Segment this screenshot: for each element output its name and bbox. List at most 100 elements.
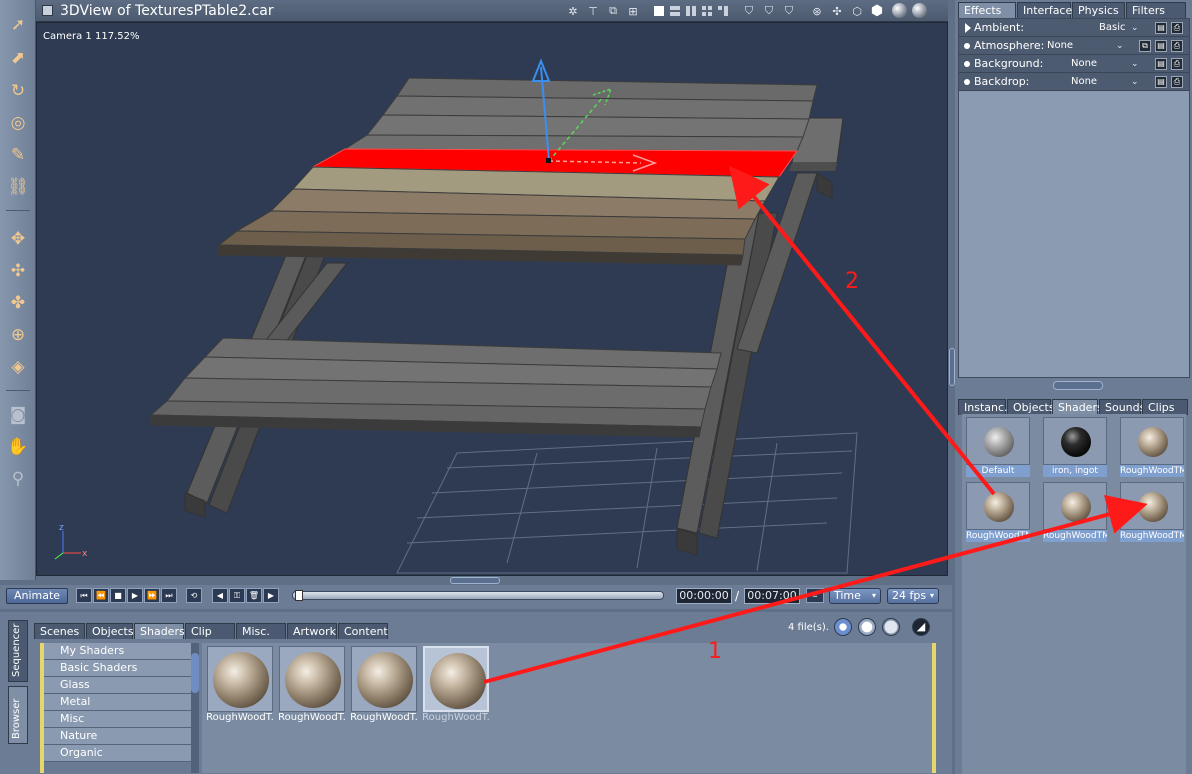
end-time-field[interactable]: 00:07:00 [744,588,800,604]
horizontal-splitter-view[interactable] [450,577,500,584]
shader-swatch[interactable]: Default [966,417,1030,479]
scrubber-handle[interactable] [295,590,303,601]
browser-shader-item[interactable]: RoughWoodT. [206,646,274,724]
preview-sphere-icon[interactable] [892,3,907,18]
effect-row-backdrop[interactable]: Backdrop: None ⌄ ▤ ⎙ [959,73,1189,91]
save-disk-icon[interactable]: ▤ [1155,58,1167,70]
tab-browser[interactable]: Browser [8,686,28,744]
3d-viewport[interactable]: Camera 1 117.52% z x [36,22,948,576]
axis-icon[interactable]: ⊛ [810,4,824,18]
tab-clips[interactable]: Clips [1142,399,1188,415]
tab-content[interactable]: Content [338,623,388,639]
view-close-box-icon[interactable] [42,5,53,16]
shield-render-icon[interactable]: ⛉ [742,4,756,18]
shader-swatch[interactable]: iron, ingot [1043,417,1107,479]
effect-value[interactable]: Basic [1099,19,1125,37]
go-to-end-icon[interactable]: ⏭ [161,588,177,603]
link-nodes-icon[interactable]: ⧉ [606,4,620,18]
time-mode-icon[interactable]: ⌗ [806,588,824,603]
browser-shader-item-selected[interactable]: RoughWoodT. [422,646,490,724]
previous-key-icon[interactable]: ◀ [212,588,228,603]
effect-value[interactable]: None [1071,55,1097,73]
tab-clip[interactable]: Clip [185,623,235,639]
select-arrow-icon[interactable]: ➚ [5,12,31,38]
effect-row-atmosphere[interactable]: Atmosphere: None ⌄ ⧉ ▤ ⎙ [959,37,1189,55]
node-icon[interactable]: ⧉ [1139,40,1151,52]
save-disk-icon[interactable]: ▤ [1155,40,1167,52]
render-sphere-icon[interactable] [912,3,927,18]
box-view-icon[interactable]: ◈ [5,354,31,380]
step-forward-icon[interactable]: ⏩ [144,588,160,603]
bones-icon[interactable]: ✲ [566,4,580,18]
move-xz-icon[interactable]: ✤ [5,290,31,316]
zoom-magnifier-icon[interactable]: ⚲ [5,466,31,492]
save-disk-icon[interactable]: ▤ [1155,22,1167,34]
browser-options-icon[interactable]: ◢ [912,618,930,636]
save-disk-icon[interactable]: ▤ [1155,76,1167,88]
shader-swatch[interactable]: RoughWoodTM [1120,417,1184,479]
horizontal-splitter-panel[interactable] [1053,381,1103,390]
layout-single-icon[interactable] [654,6,664,16]
move-xy-icon[interactable]: ✣ [5,258,31,284]
effect-row-ambient[interactable]: Ambient: Basic ⌄ ▤ ⎙ [959,19,1189,37]
chevron-down-icon[interactable]: ⌄ [1131,55,1139,73]
print-icon[interactable]: ⎙ [1171,58,1183,70]
view-large-icon[interactable] [834,618,852,636]
folder-item[interactable]: Organic [44,745,194,762]
shader-swatch[interactable]: RoughWoodTM [966,482,1030,544]
layout-split-h-icon[interactable] [670,6,680,10]
scrollbar-thumb[interactable] [191,653,199,693]
folder-item[interactable]: My Shaders [44,643,194,660]
chevron-down-icon[interactable]: ⌄ [1116,37,1124,55]
shader-swatch[interactable]: RoughWoodTM [1043,482,1107,544]
shader-swatch[interactable]: RoughWoodTM [1120,482,1184,544]
folder-item[interactable]: Misc [44,711,194,728]
layout-quad-icon[interactable] [702,6,706,10]
direction-arrow-icon[interactable]: ⬈ [5,45,31,71]
current-time-field[interactable]: 00:00:00 [676,588,732,604]
shield-light-icon[interactable]: ⛉ [762,4,776,18]
layout-3plus1-icon[interactable] [718,6,722,10]
shaded-cube-icon[interactable]: ⬢ [870,3,884,19]
layout-split-v-icon-b[interactable] [692,6,696,16]
torus-tool-icon[interactable]: ◎ [5,110,31,136]
tab-misc[interactable]: Misc. [236,623,286,639]
effect-value[interactable]: None [1071,73,1097,91]
browser-shader-item[interactable]: RoughWoodT. [350,646,418,724]
tab-instances[interactable]: Instanc. [958,399,1008,415]
step-back-icon[interactable]: ⏪ [93,588,109,603]
browser-shader-item[interactable]: RoughWoodT. [278,646,346,724]
link-icon[interactable]: ⛓ [5,174,31,200]
print-icon[interactable]: ⎙ [1171,76,1183,88]
tab-shaders[interactable]: Shaders [1052,399,1103,415]
tab-scenes[interactable]: Scenes [34,623,85,639]
effect-row-background[interactable]: Background: None ⌄ ▤ ⎙ [959,55,1189,73]
tab-filters[interactable]: Filters [1126,2,1186,18]
wireframe-cube-icon[interactable]: ⬡ [850,4,864,18]
go-to-start-icon[interactable]: ⏮ [76,588,92,603]
move-view-icon[interactable]: ✣ [830,4,844,18]
tab-objects[interactable]: Objects [1007,399,1055,415]
hand-pan-icon[interactable]: ✋ [5,434,31,460]
layout-split-v-icon[interactable] [686,6,690,16]
chevron-down-icon[interactable]: ⌄ [1131,73,1139,91]
tab-sequencer[interactable]: Sequencer [8,620,28,682]
loop-icon[interactable]: ⟲ [186,588,202,603]
time-scrubber[interactable] [292,590,664,601]
pencil-icon[interactable]: ✎ [5,142,31,168]
folder-item[interactable]: Glass [44,677,194,694]
tab-artwork[interactable]: Artwork [287,623,337,639]
layout-quad-icon-b[interactable] [708,6,712,10]
next-key-icon[interactable]: ▶ [263,588,279,603]
key-icon[interactable]: ⚿ [229,588,245,603]
folder-item[interactable]: Metal [44,694,194,711]
layout-quad-icon-c[interactable] [702,12,706,16]
effect-value[interactable]: None [1047,37,1073,55]
camera-icon[interactable]: ◙ [5,402,31,428]
tab-interface[interactable]: Interface [1017,2,1072,18]
snap-icon[interactable]: ⊞ [626,4,640,18]
shield-shadow-icon[interactable]: ⛉ [782,4,796,18]
tab-physics[interactable]: Physics [1072,2,1125,18]
layout-3plus1-icon-b[interactable] [724,6,728,16]
fps-dropdown[interactable]: 24 fps ▾ [887,588,939,604]
